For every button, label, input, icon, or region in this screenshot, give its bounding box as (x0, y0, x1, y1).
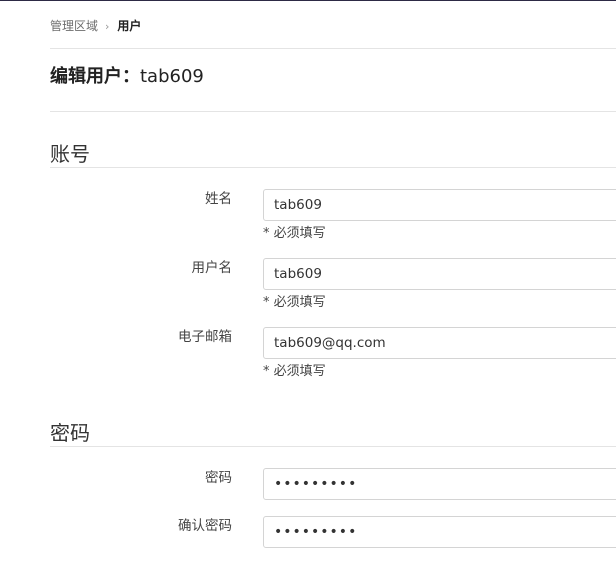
breadcrumb-admin-link[interactable]: 管理区域 (50, 19, 98, 33)
section-title-account: 账号 (50, 142, 90, 166)
name-input[interactable] (263, 189, 616, 221)
username-label: 用户名 (191, 260, 233, 276)
breadcrumb-separator-icon: › (105, 20, 110, 33)
page-title-prefix: 编辑用户： (50, 66, 140, 87)
name-required-hint: * 必须填写 (263, 226, 326, 241)
edit-user-page: 管理区域 › 用户 编辑用户：tab609 账号 姓名 * 必须填写 用户名 * 必… (50, 1, 616, 572)
username-input[interactable] (263, 258, 616, 290)
header-divider (50, 48, 616, 49)
email-input[interactable] (263, 327, 616, 359)
breadcrumb: 管理区域 › 用户 (50, 18, 141, 35)
password-input[interactable] (263, 468, 616, 500)
account-section-divider (50, 167, 616, 168)
breadcrumb-current: 用户 (117, 19, 142, 33)
username-required-hint: * 必须填写 (263, 295, 326, 310)
title-divider (50, 111, 616, 112)
page-title-username: tab609 (140, 66, 204, 87)
password-section-divider (50, 446, 616, 447)
confirm-password-input[interactable] (263, 516, 616, 548)
section-title-password: 密码 (50, 421, 90, 445)
confirm-password-label: 确认密码 (178, 518, 232, 534)
page-title: 编辑用户：tab609 (50, 65, 204, 89)
password-label: 密码 (205, 470, 232, 486)
email-required-hint: * 必须填写 (263, 364, 326, 379)
email-label: 电子邮箱 (178, 329, 232, 345)
name-label: 姓名 (205, 191, 232, 207)
